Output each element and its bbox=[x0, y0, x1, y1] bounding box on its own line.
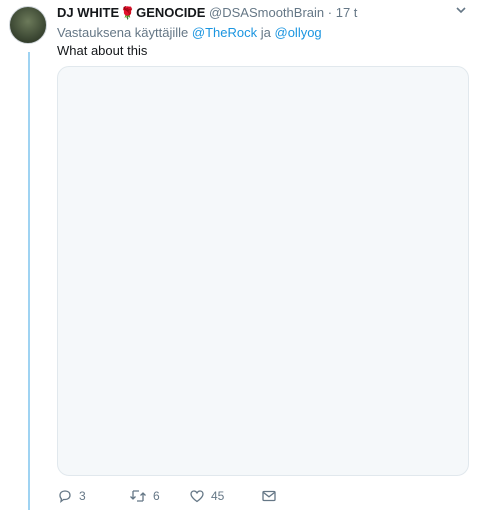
mention-ollyog[interactable]: @ollyog bbox=[275, 25, 322, 40]
reply-count: 3 bbox=[79, 489, 86, 503]
rose-icon: 🌹 bbox=[120, 6, 136, 20]
reply-joiner: ja bbox=[260, 25, 271, 40]
mention-therock[interactable]: @TheRock bbox=[192, 25, 257, 40]
author-name[interactable]: DJ WHITE🌹GENOCIDE bbox=[57, 5, 205, 20]
reply-icon bbox=[57, 488, 73, 504]
reply-button[interactable]: 3 bbox=[57, 488, 129, 504]
retweet-icon bbox=[129, 488, 147, 504]
tweet-text: What about this bbox=[57, 43, 148, 58]
reply-context: Vastauksena käyttäjille @TheRock ja @oll… bbox=[57, 25, 322, 41]
like-button[interactable]: 45 bbox=[189, 488, 261, 504]
tweet-time[interactable]: 17 t bbox=[336, 5, 358, 20]
message-button[interactable] bbox=[261, 488, 277, 504]
retweet-count: 6 bbox=[153, 489, 160, 503]
reply-prefix: Vastauksena käyttäjille bbox=[57, 25, 189, 40]
tweet-actions: 3 6 45 bbox=[57, 487, 460, 505]
like-count: 45 bbox=[211, 489, 225, 503]
media-placeholder[interactable] bbox=[57, 66, 469, 476]
chevron-down-icon[interactable] bbox=[454, 4, 468, 18]
author-name-first[interactable]: DJ WHITE bbox=[57, 5, 119, 20]
author-name-suffix[interactable]: GENOCIDE bbox=[136, 5, 205, 20]
author-handle[interactable]: @DSASmoothBrain bbox=[209, 5, 324, 20]
thread-line bbox=[28, 52, 30, 510]
tweet-header: DJ WHITE🌹GENOCIDE @DSASmoothBrain · 17 t bbox=[57, 5, 450, 21]
avatar[interactable] bbox=[9, 6, 47, 44]
retweet-button[interactable]: 6 bbox=[129, 488, 189, 504]
like-icon bbox=[189, 488, 205, 504]
message-icon bbox=[261, 488, 277, 504]
separator-dot: · bbox=[327, 5, 333, 20]
